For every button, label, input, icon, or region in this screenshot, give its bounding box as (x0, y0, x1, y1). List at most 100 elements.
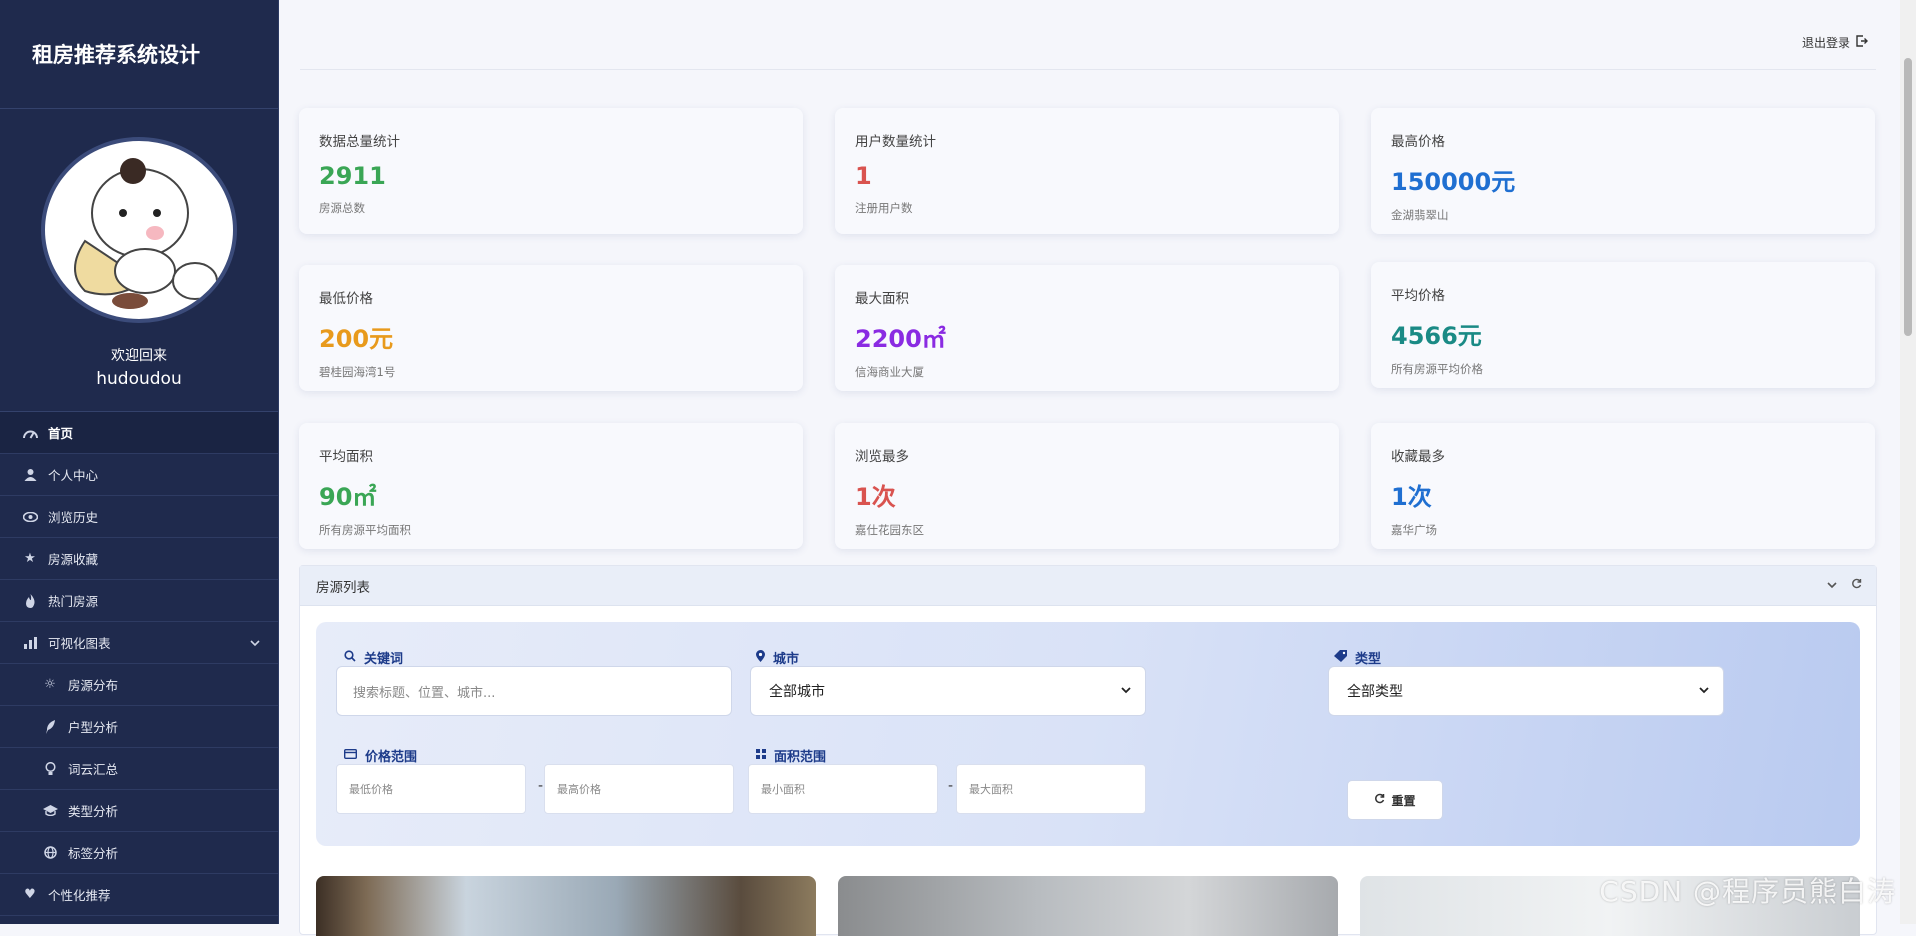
type-label-text: 类型 (1355, 652, 1382, 667)
bar-chart-icon (22, 635, 38, 651)
type-label: 类型 (1334, 648, 1381, 667)
type-select[interactable]: 全部类型 (1328, 666, 1724, 716)
stat-desc: 碧桂园海湾1号 (319, 365, 396, 379)
fire-icon (22, 593, 38, 609)
chevron-down-icon (1699, 683, 1709, 697)
stat-card-max-area: 最大面积 2200㎡ 信海商业大厦 (835, 265, 1339, 391)
stat-title: 收藏最多 (1391, 449, 1445, 465)
stat-desc: 嘉仕花园东区 (855, 523, 924, 537)
top-bar: 退出登录 (300, 0, 1876, 70)
map-pin-icon (756, 649, 765, 666)
type-select-value: 全部类型 (1347, 684, 1403, 700)
sidebar-item-history[interactable]: 浏览历史 (0, 496, 278, 538)
globe-icon (42, 845, 58, 861)
refresh-icon[interactable] (1851, 578, 1862, 592)
listing-thumbnail[interactable] (316, 876, 816, 936)
price-max-placeholder: 最高价格 (557, 783, 601, 796)
star-icon: ★ (24, 551, 36, 566)
sidebar-item-tag-analysis[interactable]: 标签分析 (0, 832, 278, 874)
stat-card-most-viewed: 浏览最多 1次 嘉仕花园东区 (835, 423, 1339, 549)
sidebar-item-label: 房源收藏 (48, 552, 99, 567)
chevron-down-icon (250, 635, 260, 650)
main-content: 退出登录 数据总量统计 2911 房源总数 用户数量统计 1 注册用户数 最高价… (280, 0, 1916, 936)
stat-card-total: 数据总量统计 2911 房源总数 (299, 108, 803, 234)
stat-desc: 信海商业大厦 (855, 365, 924, 379)
sidebar-item-recommend[interactable]: ♥ 个性化推荐 (0, 874, 278, 916)
sidebar-item-label: 可视化图表 (48, 636, 111, 651)
sidebar-item-label: 个性化推荐 (48, 888, 111, 903)
app-title: 租房推荐系统设计 (0, 0, 278, 109)
avatar (41, 137, 237, 323)
scrollbar-thumb[interactable] (1904, 58, 1912, 336)
keyword-input[interactable]: 搜索标题、位置、城市... (336, 666, 732, 716)
sidebar-nav: 首页 个人中心 浏览历史 ★ 房源收藏 热门房源 可视化图表 ☼ 房源分布 户型… (0, 412, 278, 916)
page-scrollbar[interactable] (1900, 0, 1916, 924)
sidebar-item-label: 房源分布 (68, 678, 119, 693)
stat-card-avg-area: 平均面积 90㎡ 所有房源平均面积 (299, 423, 803, 549)
feather-icon (42, 719, 58, 735)
sidebar-item-layout-analysis[interactable]: 户型分析 (0, 706, 278, 748)
collapse-icon[interactable] (1827, 578, 1837, 592)
stat-value: 1次 (855, 483, 896, 511)
sidebar-item-type-analysis[interactable]: 类型分析 (0, 790, 278, 832)
tag-icon (1334, 649, 1347, 666)
reset-button[interactable]: 重置 (1347, 780, 1443, 820)
refresh-icon (1374, 793, 1385, 807)
stat-card-max-price: 最高价格 150000元 金湖翡翠山 (1371, 108, 1875, 234)
stat-value: 150000元 (1391, 168, 1516, 196)
panel-tools (1827, 578, 1862, 592)
stat-card-avg-price: 平均价格 4566元 所有房源平均价格 (1371, 262, 1875, 388)
sidebar-item-hot[interactable]: 热门房源 (0, 580, 278, 622)
area-max-input[interactable]: 最大面积 (956, 764, 1146, 814)
stat-desc: 注册用户数 (855, 201, 913, 215)
sun-icon: ☼ (44, 677, 56, 692)
reset-label: 重置 (1391, 793, 1416, 808)
keyword-label-text: 关键词 (364, 652, 404, 667)
dashboard-icon (22, 425, 38, 441)
sidebar: 租房推荐系统设计 欢迎回来 hudoudou 首页 个人中心 浏览历史 ★ 房源… (0, 0, 279, 924)
area-min-input[interactable]: 最小面积 (748, 764, 938, 814)
area-label-text: 面积范围 (774, 750, 827, 765)
sidebar-item-label: 首页 (48, 426, 74, 441)
stat-card-users: 用户数量统计 1 注册用户数 (835, 108, 1339, 234)
stat-value: 200元 (319, 325, 394, 353)
stat-value: 4566元 (1391, 322, 1482, 350)
logout-button[interactable]: 退出登录 (1802, 34, 1868, 51)
stat-title: 最大面积 (855, 291, 909, 307)
filter-box: 关键词 搜索标题、位置、城市... 城市 全部城市 类型 全部类型 价格范围 最… (316, 622, 1860, 846)
credit-card-icon (343, 748, 358, 763)
grid-icon (756, 748, 766, 763)
sidebar-item-wordcloud[interactable]: 词云汇总 (0, 748, 278, 790)
panel-header: 房源列表 (300, 566, 1876, 606)
sidebar-item-label: 类型分析 (68, 804, 119, 819)
sidebar-item-charts[interactable]: 可视化图表 (0, 622, 278, 664)
city-select-value: 全部城市 (769, 684, 825, 700)
watermark: CSDN @程序员熊白涛 (1599, 875, 1896, 908)
stat-title: 用户数量统计 (855, 134, 936, 150)
stat-title: 浏览最多 (855, 449, 909, 465)
price-min-input[interactable]: 最低价格 (336, 764, 526, 814)
stat-desc: 金湖翡翠山 (1391, 208, 1449, 222)
listing-thumbnail[interactable] (838, 876, 1338, 936)
stat-value: 2911 (319, 162, 386, 190)
sidebar-item-label: 个人中心 (48, 468, 99, 483)
price-min-placeholder: 最低价格 (349, 783, 393, 796)
sidebar-item-home[interactable]: 首页 (0, 412, 278, 454)
stat-value: 1次 (1391, 483, 1432, 511)
sidebar-item-distribution[interactable]: ☼ 房源分布 (0, 664, 278, 706)
bulb-icon (42, 761, 58, 777)
graduation-icon (42, 803, 58, 819)
city-select[interactable]: 全部城市 (750, 666, 1146, 716)
stat-title: 最高价格 (1391, 134, 1445, 150)
sidebar-item-profile[interactable]: 个人中心 (0, 454, 278, 496)
search-icon (344, 649, 356, 666)
city-label: 城市 (756, 648, 799, 667)
price-max-input[interactable]: 最高价格 (544, 764, 734, 814)
stat-value: 2200㎡ (855, 325, 946, 353)
area-min-placeholder: 最小面积 (761, 783, 805, 796)
sidebar-item-favorites[interactable]: ★ 房源收藏 (0, 538, 278, 580)
sidebar-item-label: 标签分析 (68, 846, 119, 861)
stat-value: 1 (855, 162, 872, 190)
stat-card-min-price: 最低价格 200元 碧桂园海湾1号 (299, 265, 803, 391)
sidebar-item-label: 浏览历史 (48, 510, 99, 525)
